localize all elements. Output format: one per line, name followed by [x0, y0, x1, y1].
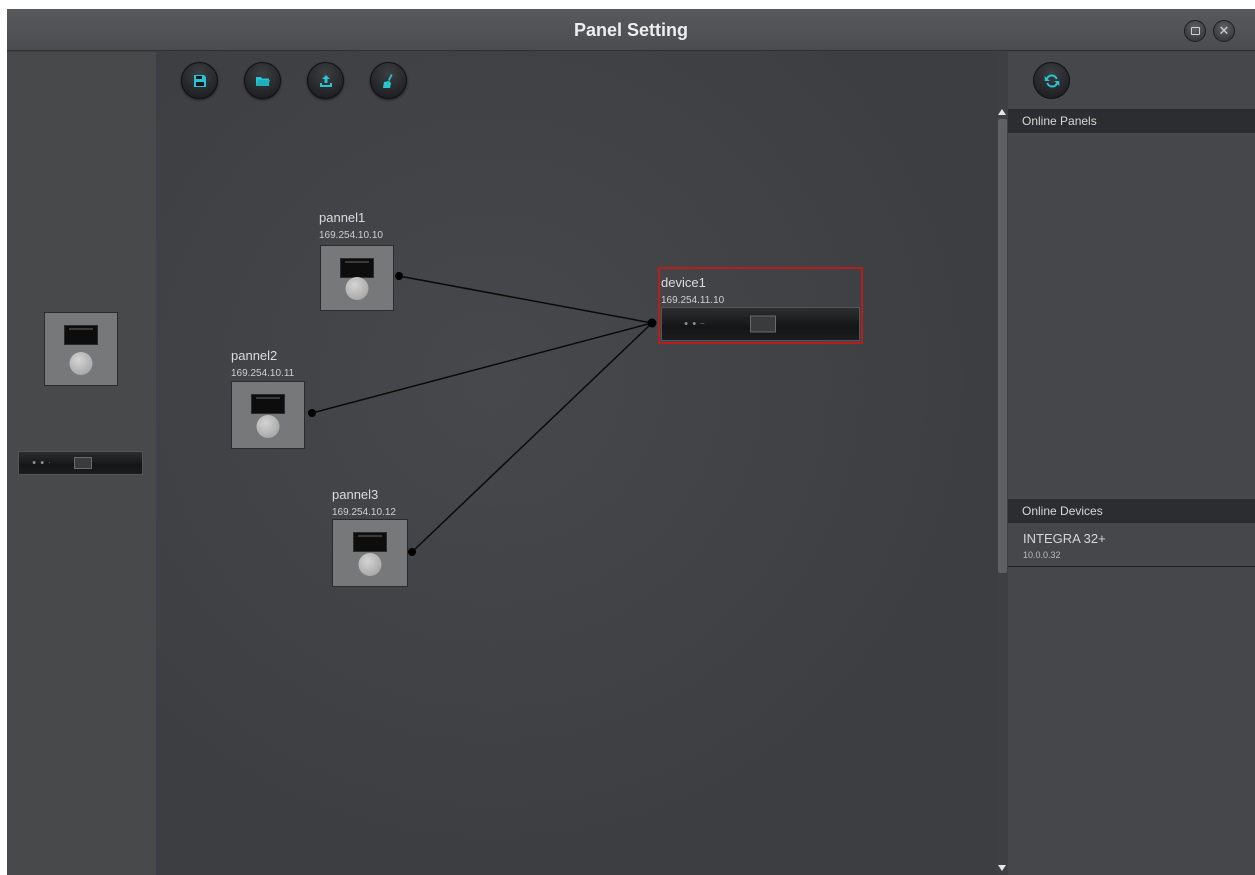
online-device-name: INTEGRA 32+: [1023, 531, 1106, 546]
panel2-name: pannel2: [231, 348, 278, 363]
panel-screen: [251, 394, 285, 414]
scroll-up-icon[interactable]: [998, 109, 1006, 115]
panel-knob: [345, 277, 369, 300]
online-list-panel: [1008, 52, 1255, 875]
online-device-item[interactable]: INTEGRA 32+ 10.0.0.32: [1008, 527, 1255, 567]
clear-button[interactable]: [370, 62, 407, 99]
panel-screen: [353, 532, 387, 552]
library-rack-device-item[interactable]: ● ● ·: [18, 451, 143, 475]
panel-setting-window: Panel Setting ✕ ● ● · pannel1 169.254.10…: [7, 9, 1255, 875]
open-button[interactable]: [244, 62, 281, 99]
rack-leds: ● ● ·: [32, 459, 52, 467]
upload-button[interactable]: [307, 62, 344, 99]
rack-screen: [74, 457, 92, 469]
window-title: Panel Setting: [573, 20, 689, 40]
maximize-button[interactable]: [1184, 20, 1206, 42]
broom-icon: [382, 73, 392, 88]
canvas-scrollbar[interactable]: [997, 109, 1008, 875]
online-panels-header: Online Panels: [1008, 109, 1255, 133]
refresh-icon: [1044, 74, 1059, 87]
online-device-ip: 10.0.0.32: [1023, 550, 1061, 560]
panel-knob: [69, 352, 93, 375]
device1-node[interactable]: ● ● –: [661, 307, 860, 341]
device1-ip: 169.254.11.10: [661, 295, 725, 306]
panel3-node[interactable]: [332, 519, 408, 587]
panel-knob: [256, 415, 280, 438]
scroll-down-icon[interactable]: [998, 865, 1006, 871]
panel2-ip: 169.254.10.11: [231, 368, 295, 379]
library-panel-item[interactable]: [44, 312, 118, 386]
device1-name: device1: [661, 275, 706, 290]
upload-icon: [319, 74, 332, 87]
rack-leds: ● ● –: [684, 320, 706, 328]
panel-screen: [64, 325, 98, 345]
scroll-thumb[interactable]: [998, 119, 1007, 573]
panel1-node[interactable]: [320, 245, 394, 311]
panel1-name: pannel1: [319, 210, 366, 225]
panel-knob: [358, 553, 382, 576]
save-button[interactable]: [181, 62, 218, 99]
panel3-ip: 169.254.10.12: [332, 507, 396, 518]
panel2-node[interactable]: [231, 381, 305, 449]
topology-canvas[interactable]: [156, 52, 998, 875]
save-icon: [193, 74, 206, 87]
refresh-button[interactable]: [1033, 62, 1070, 99]
online-devices-header: Online Devices: [1008, 499, 1255, 523]
maximize-icon: [1190, 27, 1200, 35]
rack-screen: [750, 315, 776, 333]
title-bar: Panel Setting ✕: [7, 9, 1255, 51]
close-icon: ✕: [1218, 23, 1230, 38]
close-button[interactable]: ✕: [1213, 20, 1235, 42]
panel-screen: [340, 258, 374, 278]
folder-open-icon: [255, 76, 270, 86]
panel1-ip: 169.254.10.10: [319, 230, 383, 241]
panel3-name: pannel3: [332, 487, 379, 502]
